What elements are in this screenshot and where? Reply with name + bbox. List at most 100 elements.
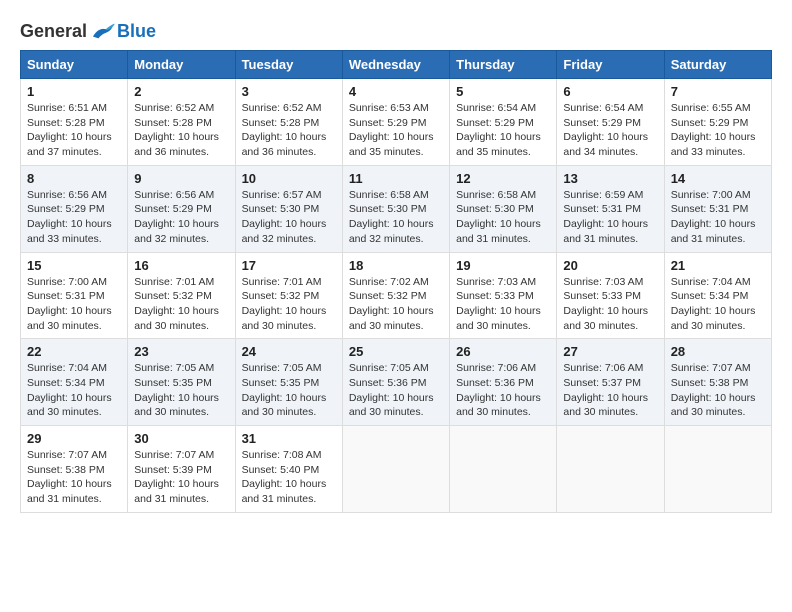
calendar-cell: 8 Sunrise: 6:56 AMSunset: 5:29 PMDaylight… xyxy=(21,165,128,252)
day-number: 31 xyxy=(242,431,336,446)
day-header-wednesday: Wednesday xyxy=(342,51,449,79)
calendar-table: SundayMondayTuesdayWednesdayThursdayFrid… xyxy=(20,50,772,513)
cell-info: Sunrise: 7:03 AMSunset: 5:33 PMDaylight:… xyxy=(563,275,657,334)
day-header-sunday: Sunday xyxy=(21,51,128,79)
day-number: 18 xyxy=(349,258,443,273)
cell-info: Sunrise: 7:03 AMSunset: 5:33 PMDaylight:… xyxy=(456,275,550,334)
cell-info: Sunrise: 6:56 AMSunset: 5:29 PMDaylight:… xyxy=(27,188,121,247)
calendar-cell: 29Sunrise: 7:07 AMSunset: 5:38 PMDayligh… xyxy=(21,426,128,513)
logo-general-text: General xyxy=(20,21,87,42)
cell-info: Sunrise: 6:58 AMSunset: 5:30 PMDaylight:… xyxy=(349,188,443,247)
day-number: 7 xyxy=(671,84,765,99)
calendar-week-row: 8 Sunrise: 6:56 AMSunset: 5:29 PMDaylight… xyxy=(21,165,772,252)
calendar-header-row: SundayMondayTuesdayWednesdayThursdayFrid… xyxy=(21,51,772,79)
day-number: 20 xyxy=(563,258,657,273)
calendar-cell: 19 Sunrise: 7:03 AMSunset: 5:33 PMDayligh… xyxy=(450,252,557,339)
cell-info: Sunrise: 6:52 AMSunset: 5:28 PMDaylight:… xyxy=(134,101,228,160)
calendar-cell: 2 Sunrise: 6:52 AMSunset: 5:28 PMDaylight… xyxy=(128,79,235,166)
calendar-cell: 12Sunrise: 6:58 AMSunset: 5:30 PMDayligh… xyxy=(450,165,557,252)
calendar-cell: 15Sunrise: 7:00 AMSunset: 5:31 PMDayligh… xyxy=(21,252,128,339)
calendar-cell: 23 Sunrise: 7:05 AMSunset: 5:35 PMDayligh… xyxy=(128,339,235,426)
day-number: 3 xyxy=(242,84,336,99)
day-number: 11 xyxy=(349,171,443,186)
calendar-cell: 28 Sunrise: 7:07 AMSunset: 5:38 PMDayligh… xyxy=(664,339,771,426)
calendar-cell: 13Sunrise: 6:59 AMSunset: 5:31 PMDayligh… xyxy=(557,165,664,252)
day-number: 24 xyxy=(242,344,336,359)
day-number: 21 xyxy=(671,258,765,273)
day-header-monday: Monday xyxy=(128,51,235,79)
calendar-cell xyxy=(342,426,449,513)
day-number: 13 xyxy=(563,171,657,186)
cell-info: Sunrise: 7:01 AMSunset: 5:32 PMDaylight:… xyxy=(134,275,228,334)
calendar-cell: 3Sunrise: 6:52 AMSunset: 5:28 PMDaylight… xyxy=(235,79,342,166)
calendar-cell: 24 Sunrise: 7:05 AMSunset: 5:35 PMDayligh… xyxy=(235,339,342,426)
day-number: 26 xyxy=(456,344,550,359)
logo-bird-icon xyxy=(89,20,117,42)
cell-info: Sunrise: 7:02 AMSunset: 5:32 PMDaylight:… xyxy=(349,275,443,334)
day-header-friday: Friday xyxy=(557,51,664,79)
day-header-tuesday: Tuesday xyxy=(235,51,342,79)
day-number: 30 xyxy=(134,431,228,446)
calendar-week-row: 15Sunrise: 7:00 AMSunset: 5:31 PMDayligh… xyxy=(21,252,772,339)
day-number: 15 xyxy=(27,258,121,273)
cell-info: Sunrise: 7:05 AMSunset: 5:35 PMDaylight:… xyxy=(242,361,336,420)
cell-info: Sunrise: 6:55 AMSunset: 5:29 PMDaylight:… xyxy=(671,101,765,160)
day-number: 23 xyxy=(134,344,228,359)
day-number: 8 xyxy=(27,171,121,186)
cell-info: Sunrise: 7:04 AMSunset: 5:34 PMDaylight:… xyxy=(671,275,765,334)
day-header-thursday: Thursday xyxy=(450,51,557,79)
calendar-week-row: 1 Sunrise: 6:51 AMSunset: 5:28 PMDaylight… xyxy=(21,79,772,166)
calendar-cell: 31Sunrise: 7:08 AMSunset: 5:40 PMDayligh… xyxy=(235,426,342,513)
day-number: 2 xyxy=(134,84,228,99)
calendar-cell: 27 Sunrise: 7:06 AMSunset: 5:37 PMDayligh… xyxy=(557,339,664,426)
cell-info: Sunrise: 7:04 AMSunset: 5:34 PMDaylight:… xyxy=(27,361,121,420)
calendar-cell: 22Sunrise: 7:04 AMSunset: 5:34 PMDayligh… xyxy=(21,339,128,426)
calendar-cell: 26 Sunrise: 7:06 AMSunset: 5:36 PMDayligh… xyxy=(450,339,557,426)
cell-info: Sunrise: 6:54 AMSunset: 5:29 PMDaylight:… xyxy=(563,101,657,160)
day-number: 17 xyxy=(242,258,336,273)
calendar-cell: 21 Sunrise: 7:04 AMSunset: 5:34 PMDayligh… xyxy=(664,252,771,339)
day-number: 19 xyxy=(456,258,550,273)
day-number: 10 xyxy=(242,171,336,186)
cell-info: Sunrise: 7:07 AMSunset: 5:38 PMDaylight:… xyxy=(671,361,765,420)
cell-info: Sunrise: 7:07 AMSunset: 5:38 PMDaylight:… xyxy=(27,448,121,507)
cell-info: Sunrise: 6:54 AMSunset: 5:29 PMDaylight:… xyxy=(456,101,550,160)
cell-info: Sunrise: 7:00 AMSunset: 5:31 PMDaylight:… xyxy=(671,188,765,247)
day-number: 27 xyxy=(563,344,657,359)
cell-info: Sunrise: 6:53 AMSunset: 5:29 PMDaylight:… xyxy=(349,101,443,160)
cell-info: Sunrise: 6:57 AMSunset: 5:30 PMDaylight:… xyxy=(242,188,336,247)
calendar-cell: 10 Sunrise: 6:57 AMSunset: 5:30 PMDayligh… xyxy=(235,165,342,252)
day-number: 12 xyxy=(456,171,550,186)
day-number: 16 xyxy=(134,258,228,273)
day-number: 14 xyxy=(671,171,765,186)
logo-blue-text: Blue xyxy=(117,21,156,42)
page-header: General Blue xyxy=(20,20,772,42)
day-number: 25 xyxy=(349,344,443,359)
calendar-cell xyxy=(450,426,557,513)
cell-info: Sunrise: 7:06 AMSunset: 5:37 PMDaylight:… xyxy=(563,361,657,420)
cell-info: Sunrise: 6:51 AMSunset: 5:28 PMDaylight:… xyxy=(27,101,121,160)
calendar-week-row: 22Sunrise: 7:04 AMSunset: 5:34 PMDayligh… xyxy=(21,339,772,426)
calendar-cell: 16 Sunrise: 7:01 AMSunset: 5:32 PMDayligh… xyxy=(128,252,235,339)
calendar-cell: 25Sunrise: 7:05 AMSunset: 5:36 PMDayligh… xyxy=(342,339,449,426)
day-number: 4 xyxy=(349,84,443,99)
day-number: 1 xyxy=(27,84,121,99)
calendar-week-row: 29Sunrise: 7:07 AMSunset: 5:38 PMDayligh… xyxy=(21,426,772,513)
day-number: 9 xyxy=(134,171,228,186)
calendar-cell: 6Sunrise: 6:54 AMSunset: 5:29 PMDaylight… xyxy=(557,79,664,166)
calendar-cell: 9Sunrise: 6:56 AMSunset: 5:29 PMDaylight… xyxy=(128,165,235,252)
day-number: 28 xyxy=(671,344,765,359)
cell-info: Sunrise: 7:05 AMSunset: 5:35 PMDaylight:… xyxy=(134,361,228,420)
day-number: 5 xyxy=(456,84,550,99)
cell-info: Sunrise: 7:06 AMSunset: 5:36 PMDaylight:… xyxy=(456,361,550,420)
calendar-cell: 7 Sunrise: 6:55 AMSunset: 5:29 PMDaylight… xyxy=(664,79,771,166)
calendar-cell: 30Sunrise: 7:07 AMSunset: 5:39 PMDayligh… xyxy=(128,426,235,513)
calendar-cell xyxy=(664,426,771,513)
calendar-cell: 18 Sunrise: 7:02 AMSunset: 5:32 PMDayligh… xyxy=(342,252,449,339)
day-header-saturday: Saturday xyxy=(664,51,771,79)
calendar-cell: 20 Sunrise: 7:03 AMSunset: 5:33 PMDayligh… xyxy=(557,252,664,339)
calendar-cell: 11 Sunrise: 6:58 AMSunset: 5:30 PMDayligh… xyxy=(342,165,449,252)
calendar-cell: 14 Sunrise: 7:00 AMSunset: 5:31 PMDayligh… xyxy=(664,165,771,252)
calendar-cell: 17Sunrise: 7:01 AMSunset: 5:32 PMDayligh… xyxy=(235,252,342,339)
calendar-cell: 5 Sunrise: 6:54 AMSunset: 5:29 PMDaylight… xyxy=(450,79,557,166)
